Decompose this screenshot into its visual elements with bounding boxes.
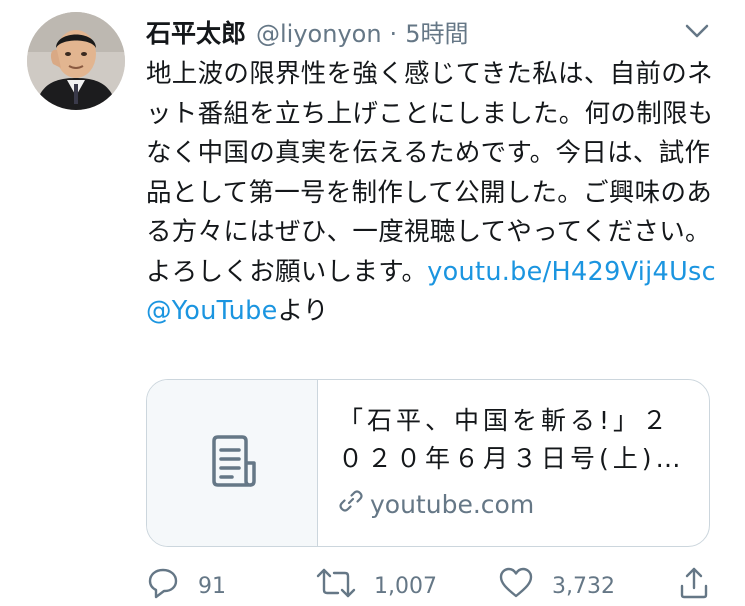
reply-icon <box>146 566 198 606</box>
mention-youtube[interactable]: @YouTube <box>146 296 278 326</box>
user-handle[interactable]: @liyonyon <box>256 20 382 48</box>
card-title: 「石平、中国を斬る!」２０２０年６月３日号(上) 李克強首相「6億人の月収は10… <box>338 406 672 473</box>
card-domain: youtube.com <box>370 489 535 519</box>
document-icon <box>204 433 260 493</box>
header-separator: · <box>389 20 398 48</box>
card-thumbnail <box>147 380 318 546</box>
tweet-text: 地上波の限界性を強く感じてきた私は、自前のネット番組を立ち上げことにしました。何… <box>146 55 716 332</box>
chevron-down-icon[interactable] <box>683 20 711 42</box>
card-body: 「石平、中国を斬る!」２０２０年６月３日号(上) 李克強首相「6億人の月収は10… <box>318 380 709 546</box>
reply-button[interactable]: 91 <box>146 566 226 606</box>
tweet-body: 地上波の限界性を強く感じてきた私は、自前のネット番組を立ち上げことにしました。何… <box>146 59 720 287</box>
like-button[interactable]: 3,732 <box>498 566 615 606</box>
action-bar: 91 1,007 3,732 <box>146 566 716 602</box>
retweet-button[interactable]: 1,007 <box>316 566 437 606</box>
share-button[interactable] <box>678 566 728 606</box>
retweet-count: 1,007 <box>374 573 437 599</box>
avatar[interactable] <box>27 12 125 110</box>
link-icon <box>338 488 370 520</box>
display-name[interactable]: 石平太郎 <box>146 14 246 50</box>
card-domain-row: youtube.com <box>338 488 691 520</box>
retweet-icon <box>316 566 374 606</box>
timestamp[interactable]: 5時間 <box>405 14 468 49</box>
tweet-link[interactable]: youtu.be/H429Vij4Usc <box>427 257 716 287</box>
share-icon <box>678 566 728 606</box>
like-count: 3,732 <box>552 573 615 599</box>
heart-icon <box>498 566 552 606</box>
link-card[interactable]: 「石平、中国を斬る!」２０２０年６月３日号(上) 李克強首相「6億人の月収は10… <box>146 379 710 547</box>
tweet-header: 石平太郎 @liyonyon · 5時間 <box>146 14 468 50</box>
tweet-suffix: より <box>277 296 329 326</box>
reply-count: 91 <box>198 573 226 599</box>
